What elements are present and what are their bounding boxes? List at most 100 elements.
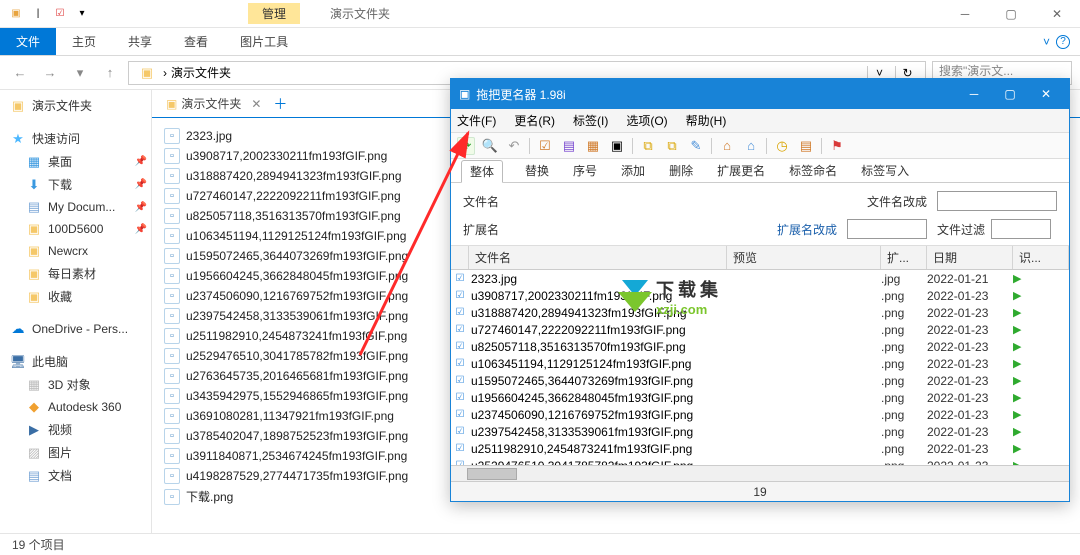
horizontal-scrollbar[interactable] (451, 465, 1069, 481)
toolbar-edit-icon[interactable]: ✎ (687, 137, 705, 155)
renamer-maximize-button[interactable]: ▢ (995, 87, 1025, 101)
minimize-button[interactable]: ─ (942, 0, 988, 28)
col-date[interactable]: 日期 (927, 246, 1013, 269)
input-ext-to[interactable] (847, 219, 927, 239)
rtab-tag-name[interactable]: 标签命名 (787, 160, 839, 181)
menu-options[interactable]: 选项(O) (626, 112, 667, 129)
row-checkbox-icon[interactable]: ☑ (451, 409, 469, 420)
table-row[interactable]: ☑u727460147,2222092211fm193fGIF.png.png2… (451, 321, 1069, 338)
play-icon[interactable]: ▶ (1013, 374, 1033, 387)
play-icon[interactable]: ▶ (1013, 408, 1033, 421)
rtab-whole[interactable]: 整体 (461, 160, 503, 183)
table-row[interactable]: ☑u2511982910,2454873241fm193fGIF.png.png… (451, 440, 1069, 457)
tree-folder[interactable]: ▣收藏 (0, 285, 151, 308)
menu-rename[interactable]: 更名(R) (514, 112, 555, 129)
toolbar-undo-icon[interactable]: ↶ (505, 137, 523, 155)
input-filter[interactable] (991, 219, 1051, 239)
table-row[interactable]: ☑2323.jpg.jpg2022-01-21▶ (451, 270, 1069, 287)
nav-back-icon[interactable]: ← (8, 61, 32, 85)
table-row[interactable]: ☑u318887420,2894941323fm193fGIF.png.png2… (451, 304, 1069, 321)
tree-folder[interactable]: ▣100D5600📌 (0, 218, 151, 240)
close-button[interactable]: ✕ (1034, 0, 1080, 28)
table-row[interactable]: ☑u2397542458,3133539061fm193fGIF.png.png… (451, 423, 1069, 440)
renamer-close-button[interactable]: ✕ (1031, 87, 1061, 101)
col-ext[interactable]: 扩... (881, 246, 927, 269)
rtab-replace[interactable]: 替换 (523, 160, 551, 181)
table-row[interactable]: ☑u1956604245,3662848045fm193fGIF.png.png… (451, 389, 1069, 406)
play-icon[interactable]: ▶ (1013, 340, 1033, 353)
table-row[interactable]: ☑u3908717,2002330211fm193fGIF.png.png202… (451, 287, 1069, 304)
tree-folder[interactable]: ▣每日素材 (0, 262, 151, 285)
renamer-minimize-button[interactable]: ─ (959, 87, 989, 101)
rtab-sequence[interactable]: 序号 (571, 160, 599, 181)
menu-tags[interactable]: 标签(I) (573, 112, 608, 129)
nav-recent-icon[interactable]: ▾ (68, 61, 92, 85)
help-icon[interactable]: ? (1056, 35, 1070, 49)
tree-folder[interactable]: ▣Newcrx (0, 240, 151, 262)
play-icon[interactable]: ▶ (1013, 306, 1033, 319)
ribbon-tab-picture-tools[interactable]: 图片工具 (224, 28, 304, 55)
toolbar-tag-icon[interactable]: ⌂ (718, 137, 736, 155)
tree-downloads[interactable]: ⬇下载📌 (0, 173, 151, 196)
rtab-delete[interactable]: 删除 (667, 160, 695, 181)
play-icon[interactable]: ▶ (1013, 289, 1033, 302)
maximize-button[interactable]: ▢ (988, 0, 1034, 28)
label-ext-to[interactable]: 扩展名改成 (528, 221, 837, 238)
tree-root[interactable]: ▣演示文件夹 (0, 94, 151, 117)
nav-forward-icon[interactable]: → (38, 61, 62, 85)
play-icon[interactable]: ▶ (1013, 272, 1033, 285)
row-checkbox-icon[interactable]: ☑ (451, 426, 469, 437)
play-icon[interactable]: ▶ (1013, 442, 1033, 455)
play-icon[interactable]: ▶ (1013, 357, 1033, 370)
play-icon[interactable]: ▶ (1013, 391, 1033, 404)
menu-help[interactable]: 帮助(H) (686, 112, 727, 129)
tree-documents-pc[interactable]: ▤文档 (0, 464, 151, 487)
row-checkbox-icon[interactable]: ☑ (451, 324, 469, 335)
breadcrumb[interactable]: 演示文件夹 (171, 64, 231, 81)
tree-3d-objects[interactable]: ▦3D 对象 (0, 373, 151, 396)
renamer-title-bar[interactable]: ▣ 拖把更名器 1.98i ─ ▢ ✕ (451, 79, 1069, 109)
ribbon-tab-home[interactable]: 主页 (56, 28, 112, 55)
toolbar-flag-icon[interactable]: ⚑ (828, 137, 846, 155)
table-row[interactable]: ☑u2374506090,1216769752fm193fGIF.png.png… (451, 406, 1069, 423)
row-checkbox-icon[interactable]: ☑ (451, 358, 469, 369)
qat-check-icon[interactable]: ☑ (52, 6, 68, 22)
row-checkbox-icon[interactable]: ☑ (451, 375, 469, 386)
add-tab-button[interactable]: ＋ (273, 94, 287, 114)
toolbar-f2-icon[interactable]: ⧉ (663, 137, 681, 155)
table-row[interactable]: ☑u1063451194,1129125124fm193fGIF.png.png… (451, 355, 1069, 372)
row-checkbox-icon[interactable]: ☑ (451, 341, 469, 352)
row-checkbox-icon[interactable]: ☑ (451, 290, 469, 301)
toolbar-doc-icon[interactable]: ▤ (797, 137, 815, 155)
tree-autodesk[interactable]: ◆Autodesk 360 (0, 396, 151, 418)
col-filename[interactable]: 文件名 (469, 246, 727, 269)
menu-file[interactable]: 文件(F) (457, 112, 496, 129)
tree-desktop[interactable]: ▦桌面📌 (0, 150, 151, 173)
toolbar-add-folder-icon[interactable]: ⟳ (457, 137, 475, 155)
ribbon-tab-file[interactable]: 文件 (0, 28, 56, 55)
rtab-add[interactable]: 添加 (619, 160, 647, 181)
row-checkbox-icon[interactable]: ☑ (451, 392, 469, 403)
tab-current-folder[interactable]: ▣演示文件夹✕ (160, 92, 267, 115)
play-icon[interactable]: ▶ (1013, 425, 1033, 438)
col-recognize[interactable]: 识... (1013, 246, 1069, 269)
toolbar-check-icon[interactable]: ☑ (536, 137, 554, 155)
rtab-ext-rename[interactable]: 扩展更名 (715, 160, 767, 181)
table-row[interactable]: ☑u1595072465,3644073269fm193fGIF.png.png… (451, 372, 1069, 389)
ribbon-collapse-icon[interactable]: ˅ (1043, 35, 1050, 49)
qat-dropdown-icon[interactable]: ▾ (74, 6, 90, 22)
row-checkbox-icon[interactable]: ☑ (451, 443, 469, 454)
tree-pictures[interactable]: ▨图片 (0, 441, 151, 464)
tab-close-icon[interactable]: ✕ (251, 97, 261, 111)
nav-up-icon[interactable]: ↑ (98, 61, 122, 85)
tree-this-pc[interactable]: 🖥此电脑 (0, 350, 151, 373)
toolbar-f1-icon[interactable]: ⧉ (639, 137, 657, 155)
tree-quick-access[interactable]: ★快速访问 (0, 127, 151, 150)
play-icon[interactable]: ▶ (1013, 323, 1033, 336)
toolbar-tag2-icon[interactable]: ⌂ (742, 137, 760, 155)
table-row[interactable]: ☑u2529476510,3041785782fm193fGIF.png.png… (451, 457, 1069, 465)
table-row[interactable]: ☑u825057118,3516313570fm193fGIF.png.png2… (451, 338, 1069, 355)
ribbon-tab-view[interactable]: 查看 (168, 28, 224, 55)
contextual-tab[interactable]: 管理 (248, 3, 300, 24)
row-checkbox-icon[interactable]: ☑ (451, 307, 469, 318)
